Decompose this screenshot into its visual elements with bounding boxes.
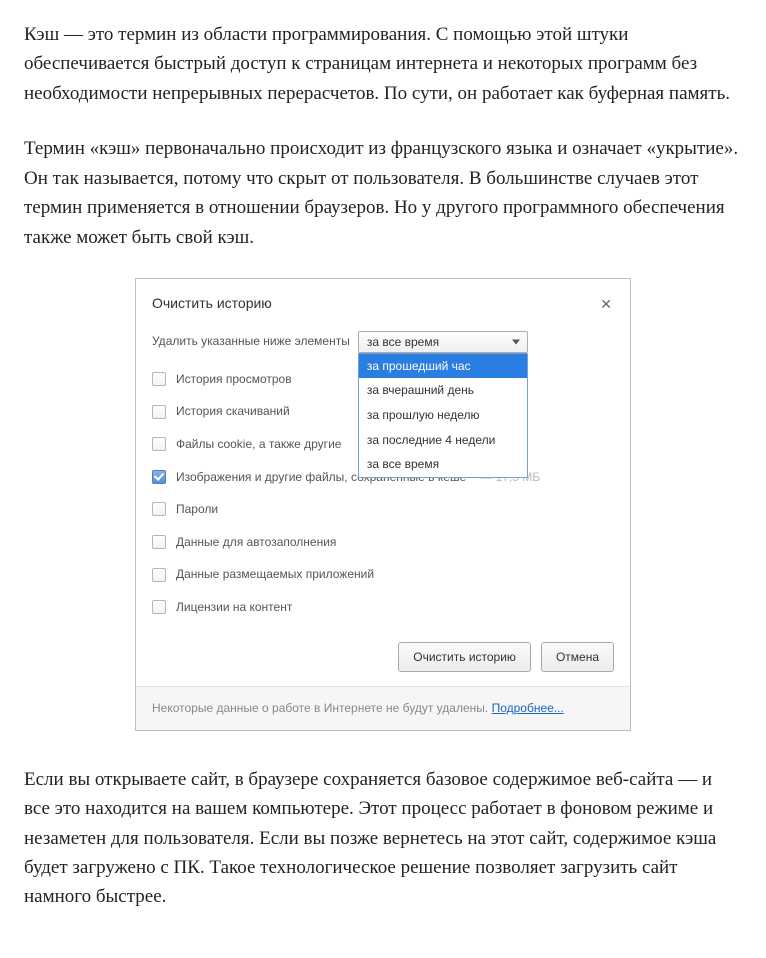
- list-item-passwords[interactable]: Пароли: [152, 493, 614, 526]
- checkbox-icon[interactable]: [152, 502, 166, 516]
- delete-elements-label: Удалить указанные ниже элементы: [152, 332, 350, 351]
- checkbox-label: Файлы cookie, а также другие: [176, 435, 341, 454]
- checkbox-icon[interactable]: [152, 372, 166, 386]
- clear-history-dialog: Очистить историю ✕ Удалить указанные ниж…: [135, 278, 631, 731]
- checkbox-label: История скачиваний: [176, 402, 290, 421]
- checkbox-icon[interactable]: [152, 470, 166, 484]
- article-paragraph-3: Если вы открываете сайт, в браузере сохр…: [24, 765, 742, 912]
- dialog-title: Очистить историю: [152, 293, 272, 315]
- dropdown-option-last-week[interactable]: за прошлую неделю: [359, 403, 527, 428]
- checkbox-icon[interactable]: [152, 600, 166, 614]
- dialog-button-row: Очистить историю Отмена: [136, 628, 630, 687]
- list-item-content-licenses[interactable]: Лицензии на контент: [152, 591, 614, 624]
- checkbox-icon[interactable]: [152, 568, 166, 582]
- clear-history-button[interactable]: Очистить историю: [398, 642, 531, 673]
- dropdown-option-last-4-weeks[interactable]: за последние 4 недели: [359, 428, 527, 453]
- checkbox-label: История просмотров: [176, 370, 292, 389]
- checkbox-label: Пароли: [176, 500, 218, 519]
- footer-text: Некоторые данные о работе в Интернете не…: [152, 701, 488, 715]
- chevron-down-icon: [512, 339, 520, 344]
- dialog-body: Удалить указанные ниже элементы за все в…: [136, 325, 630, 628]
- dropdown-option-all-time[interactable]: за все время: [359, 452, 527, 477]
- select-value: за все время: [367, 335, 439, 349]
- learn-more-link[interactable]: Подробнее...: [492, 701, 564, 715]
- checkbox-icon[interactable]: [152, 405, 166, 419]
- list-item-autofill[interactable]: Данные для автозаполнения: [152, 526, 614, 559]
- checkbox-icon[interactable]: [152, 437, 166, 451]
- dialog-footer: Некоторые данные о работе в Интернете не…: [136, 686, 630, 730]
- checkbox-label: Данные размещаемых приложений: [176, 565, 374, 584]
- checkbox-icon[interactable]: [152, 535, 166, 549]
- cancel-button[interactable]: Отмена: [541, 642, 614, 673]
- time-range-select[interactable]: за все время за прошедший час за вчерашн…: [358, 331, 528, 353]
- select-value-box[interactable]: за все время: [358, 331, 528, 353]
- article-paragraph-2: Термин «кэш» первоначально происходит из…: [24, 134, 742, 252]
- dropdown-option-last-hour[interactable]: за прошедший час: [359, 354, 527, 379]
- time-range-dropdown: за прошедший час за вчерашний день за пр…: [358, 353, 528, 478]
- checkbox-label: Лицензии на контент: [176, 598, 292, 617]
- dialog-header: Очистить историю ✕: [136, 279, 630, 325]
- time-range-row: Удалить указанные ниже элементы за все в…: [152, 331, 614, 353]
- dropdown-option-yesterday[interactable]: за вчерашний день: [359, 378, 527, 403]
- close-icon[interactable]: ✕: [598, 297, 614, 311]
- checkbox-label: Данные для автозаполнения: [176, 533, 336, 552]
- list-item-hosted-apps[interactable]: Данные размещаемых приложений: [152, 558, 614, 591]
- article-paragraph-1: Кэш — это термин из области программиров…: [24, 20, 742, 108]
